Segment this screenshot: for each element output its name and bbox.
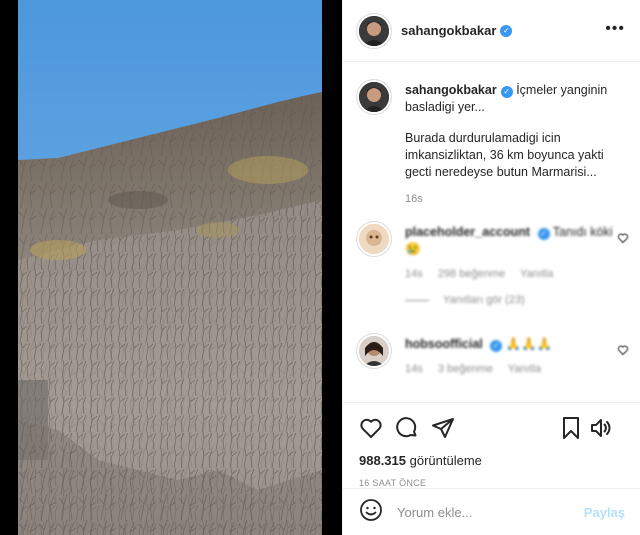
like-comment-heart-icon[interactable]	[617, 232, 629, 244]
emoji-icon[interactable]	[359, 498, 383, 527]
author-username[interactable]: sahangokbakar	[401, 23, 496, 38]
comment-likes[interactable]: 3 beğenme	[438, 363, 493, 375]
comment-icon[interactable]	[395, 416, 419, 440]
comment-input[interactable]	[397, 504, 584, 520]
caption-line-2: Burada durdurulamadigi icin imkansizlikt…	[405, 131, 604, 179]
burned-hillside-video-frame	[18, 0, 322, 535]
comment-likes[interactable]: 298 beğenme	[438, 268, 505, 280]
comment-meta: 14s 3 beğenme Yanıtla	[405, 363, 629, 375]
commenter-avatar[interactable]	[359, 336, 389, 366]
caption-verified-badge-icon: ✓	[500, 86, 513, 98]
comment-reply-button[interactable]: Yanıtla	[508, 363, 541, 375]
caption-author-photo	[359, 82, 389, 112]
post-comment-button[interactable]: Paylaş	[584, 505, 625, 520]
comment-text: placeholder_account ✓ Tanıdı köki 😢	[405, 224, 629, 258]
verified-badge-icon: ✓	[500, 24, 513, 37]
comment-time: 14s	[405, 363, 423, 375]
author-photo	[359, 15, 389, 46]
commenter-verified-badge-icon: ✓	[537, 228, 550, 240]
comment-item: placeholder_account ✓ Tanıdı köki 😢 14s …	[359, 224, 629, 306]
commenter-photo	[359, 224, 389, 254]
action-icons-row	[359, 415, 625, 441]
commenter-avatar[interactable]	[359, 224, 389, 254]
post-details-panel: sahangokbakar ✓ ••• sahangokbakar ✓ İçmel…	[342, 0, 640, 535]
add-comment-bar: Paylaş	[343, 488, 640, 535]
caption-avatar[interactable]	[359, 82, 389, 112]
comment-content: 🙏🙏🙏	[505, 337, 553, 351]
views-label: görüntüleme	[409, 453, 482, 468]
view-replies-label: Yanıtları gör (23)	[443, 294, 525, 306]
views-number: 988.315	[359, 453, 406, 468]
commenter-username[interactable]: hobsoofficial	[405, 337, 483, 351]
media-area	[0, 0, 342, 535]
author-avatar[interactable]	[359, 15, 389, 46]
comment-meta: 14s 298 beğenme Yanıtla	[405, 268, 629, 280]
view-replies-button[interactable]: Yanıtları gör (23)	[405, 294, 629, 306]
comment-time: 14s	[405, 268, 423, 280]
post-dialog: sahangokbakar ✓ ••• sahangokbakar ✓ İçmel…	[0, 0, 640, 535]
comment-item: hobsoofficial ✓ 🙏🙏🙏 14s 3 beğenme Yanıtl…	[359, 336, 629, 375]
heart-icon[interactable]	[359, 416, 383, 440]
video-player[interactable]	[18, 0, 322, 535]
comment-text: hobsoofficial ✓ 🙏🙏🙏	[405, 336, 629, 353]
post-header: sahangokbakar ✓ •••	[343, 0, 640, 62]
views-count[interactable]: 988.315 görüntüleme	[359, 453, 625, 468]
caption-text: sahangokbakar ✓ İçmeler yanginin basladig…	[405, 82, 629, 181]
share-icon[interactable]	[431, 416, 455, 440]
replies-divider	[405, 299, 429, 301]
like-comment-heart-icon[interactable]	[617, 344, 629, 356]
post-timestamp[interactable]: 16 SAAT ÖNCE	[359, 478, 625, 488]
post-caption: sahangokbakar ✓ İçmeler yanginin basladig…	[359, 82, 629, 205]
commenter-username[interactable]: placeholder_account	[405, 225, 530, 239]
bookmark-icon[interactable]	[559, 416, 583, 440]
volume-icon[interactable]	[589, 416, 613, 440]
commenter-verified-badge-icon: ✓	[490, 340, 503, 352]
comment-reply-button[interactable]: Yanıtla	[520, 268, 553, 280]
commenter-photo	[359, 336, 389, 366]
post-actions: 988.315 görüntüleme 16 SAAT ÖNCE	[343, 402, 640, 488]
caption-username[interactable]: sahangokbakar	[405, 83, 497, 97]
more-icon[interactable]: •••	[605, 21, 625, 37]
caption-time: 16s	[405, 193, 423, 205]
comments-section: sahangokbakar ✓ İçmeler yanginin basladig…	[343, 62, 640, 402]
